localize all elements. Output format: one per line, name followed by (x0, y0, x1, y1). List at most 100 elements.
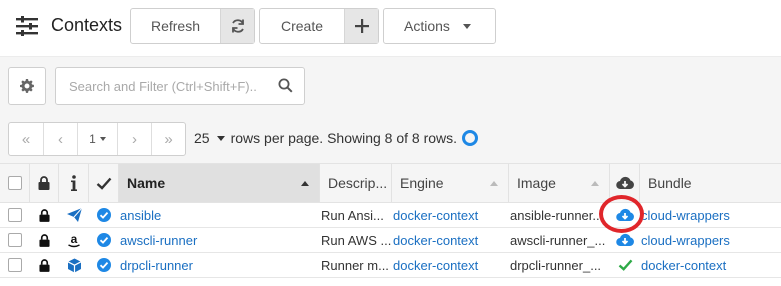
toolbar: Contexts Refresh Create Actions (0, 0, 781, 57)
row-status-cell (89, 253, 119, 277)
row-description-cell: Runner m... (320, 253, 392, 277)
actions-label: Actions (404, 18, 450, 34)
row-image-cell: drpcli-runner_... (509, 253, 610, 277)
row-type-cell (59, 253, 89, 277)
row-image: awscli-runner_... (510, 232, 606, 248)
row-bundle-cell: cloud-wrappers (640, 203, 781, 227)
rows-status-text: rows per page. Showing 8 of 8 rows. (230, 130, 458, 146)
row-checkbox[interactable] (8, 233, 22, 247)
row-image-status-cell (610, 253, 640, 277)
highlight-circle (599, 195, 644, 233)
row-name-link[interactable]: awscli-runner (120, 233, 197, 248)
row-description-cell: Run Ansi... (320, 203, 392, 227)
first-page-button[interactable]: « (9, 123, 44, 155)
row-image-cell: awscli-runner_... (509, 228, 610, 252)
check-icon (96, 177, 111, 190)
rows-per-page: 25 rows per page. Showing 8 of 8 rows. (194, 130, 479, 146)
page-title: Contexts (51, 15, 123, 35)
row-description-cell: Run AWS ... (320, 228, 392, 252)
row-checkbox[interactable] (8, 258, 22, 272)
row-status-cell (89, 228, 119, 252)
lock-icon (39, 208, 50, 222)
column-header-engine[interactable]: Engine (392, 164, 509, 202)
rows-per-page-select[interactable]: 25 (194, 130, 210, 146)
row-bundle-link[interactable]: cloud-wrappers (641, 208, 730, 223)
row-name-link[interactable]: drpcli-runner (120, 258, 193, 273)
column-header-name[interactable]: Name (119, 164, 320, 202)
create-button[interactable]: Create (259, 8, 379, 44)
next-page-button[interactable]: › (118, 123, 152, 155)
column-bundle-label: Bundle (648, 175, 692, 191)
info-column-header[interactable] (59, 164, 89, 202)
search-box[interactable] (55, 67, 305, 105)
chevron-down-icon[interactable] (216, 135, 225, 141)
column-description-label: Descrip... (328, 175, 388, 191)
actions-dropdown[interactable]: Actions (383, 8, 496, 44)
row-engine-link[interactable]: docker-context (393, 233, 478, 248)
row-engine-cell: docker-context (392, 228, 509, 252)
info-icon (70, 175, 77, 191)
lock-icon (39, 258, 50, 272)
plus-icon[interactable] (344, 9, 378, 43)
column-image-label: Image (517, 175, 556, 191)
lock-icon (39, 233, 50, 247)
paper-plane-icon (66, 208, 82, 222)
row-bundle-cell: docker-context (640, 253, 781, 277)
table-row[interactable]: ansible Run Ansi... docker-context ansib… (0, 203, 781, 228)
row-type-cell: a (59, 228, 89, 252)
row-image-cell: ansible-runner... (509, 203, 610, 227)
search-input[interactable] (56, 68, 271, 104)
page-number: 1 (89, 132, 96, 146)
column-header-description[interactable]: Descrip... (320, 164, 392, 202)
page-select[interactable]: 1 (78, 123, 118, 155)
row-lock-cell (30, 228, 59, 252)
last-page-button[interactable]: » (152, 123, 185, 155)
select-all-checkbox[interactable] (7, 176, 22, 190)
row-name-cell: drpcli-runner (119, 253, 320, 277)
prev-page-button[interactable]: ‹ (44, 123, 78, 155)
row-engine-cell: docker-context (392, 253, 509, 277)
status-column-header[interactable] (89, 164, 119, 202)
column-name-label: Name (127, 175, 166, 191)
pagination: « ‹ 1 › » (8, 122, 186, 156)
column-header-bundle[interactable]: Bundle (640, 164, 781, 202)
check-circle-icon (97, 233, 111, 247)
lock-column-header[interactable] (30, 164, 59, 202)
svg-text:a: a (71, 233, 78, 246)
check-icon (618, 259, 632, 271)
row-engine-link[interactable]: docker-context (393, 258, 478, 273)
amazon-icon: a (68, 233, 80, 247)
sort-asc-icon (301, 181, 309, 186)
refresh-icon[interactable] (220, 9, 254, 43)
row-name-link[interactable]: ansible (120, 208, 161, 223)
refresh-button[interactable]: Refresh (130, 8, 255, 44)
row-engine-link[interactable]: docker-context (393, 208, 478, 223)
table-row[interactable]: a awscli-runner Run AWS ... docker-conte… (0, 228, 781, 253)
row-name-cell: awscli-runner (119, 228, 320, 252)
row-description: Run Ansi... (321, 207, 384, 223)
row-name-cell: ansible (119, 203, 320, 227)
cloud-download-icon[interactable] (616, 233, 634, 247)
row-bundle-cell: cloud-wrappers (640, 228, 781, 252)
row-image: drpcli-runner_... (510, 257, 602, 273)
settings-button[interactable] (8, 67, 46, 105)
chevron-down-icon (462, 23, 471, 29)
row-select-cell (0, 253, 30, 277)
row-checkbox[interactable] (8, 208, 22, 222)
table-header: Name Descrip... Engine Image Bundle (0, 163, 781, 203)
row-lock-cell (30, 203, 59, 227)
cloud-download-icon (615, 176, 634, 190)
table-row[interactable]: drpcli-runner Runner m... docker-context… (0, 253, 781, 278)
check-circle-icon (97, 258, 111, 272)
row-image: ansible-runner... (510, 207, 604, 223)
gear-icon (20, 79, 34, 93)
row-bundle-link[interactable]: docker-context (641, 258, 726, 273)
sliders-icon[interactable] (16, 16, 38, 36)
row-select-cell (0, 203, 30, 227)
select-all-cell (0, 164, 30, 202)
search-icon[interactable] (278, 78, 293, 93)
row-description: Run AWS ... (321, 232, 392, 248)
row-bundle-link[interactable]: cloud-wrappers (641, 233, 730, 248)
column-header-image[interactable]: Image (509, 164, 610, 202)
cube-icon (67, 258, 81, 272)
